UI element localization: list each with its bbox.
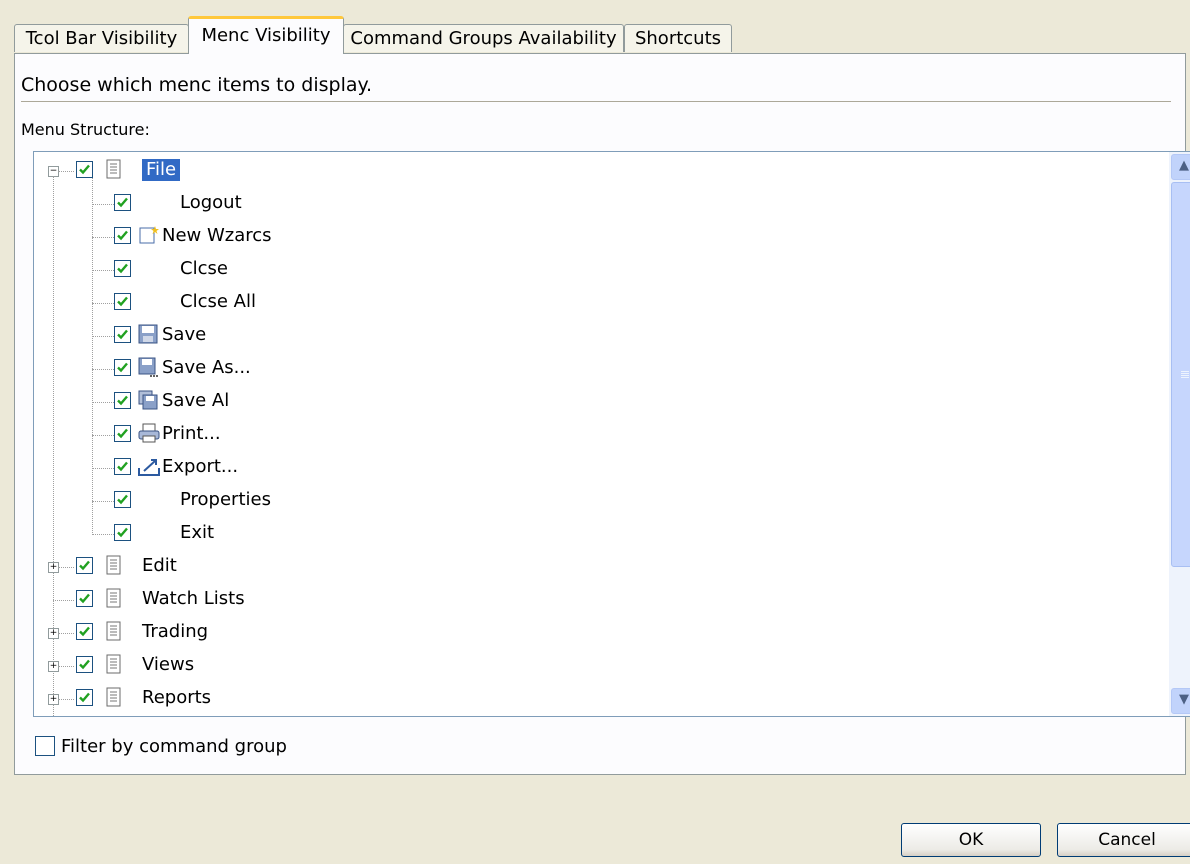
- menu-item-checkbox[interactable]: [114, 359, 131, 376]
- tree-label: Exit: [180, 522, 215, 543]
- tree-node-child[interactable]: Save Al: [34, 387, 1134, 417]
- page-icon: [106, 687, 126, 707]
- ok-button[interactable]: OK: [901, 823, 1041, 857]
- tree-label: Clcse: [180, 258, 228, 279]
- tree-label: Save As...: [162, 357, 251, 378]
- tree-node-child[interactable]: Logout: [34, 189, 1134, 219]
- tree-node-sibling[interactable]: Trading: [34, 618, 1134, 648]
- menu-item-checkbox[interactable]: [114, 194, 131, 211]
- tree-node-child[interactable]: New Wzarcs: [34, 222, 1134, 252]
- menu-item-checkbox[interactable]: [76, 557, 93, 574]
- menu-item-checkbox[interactable]: [114, 458, 131, 475]
- tree-label: Reports: [142, 687, 212, 708]
- tree-label: Export...: [162, 456, 239, 477]
- tree-node-child[interactable]: Exit: [34, 519, 1134, 549]
- page-icon: [106, 621, 126, 641]
- tree-node-sibling[interactable]: Reports: [34, 684, 1134, 714]
- menu-item-checkbox[interactable]: [76, 689, 93, 706]
- filter-checkbox[interactable]: [35, 736, 55, 756]
- export-icon: [138, 456, 160, 476]
- tree-label: File: [142, 159, 181, 181]
- separator: [21, 101, 1171, 102]
- tree-node-sibling[interactable]: Views: [34, 651, 1134, 681]
- tree-node-child[interactable]: Save: [34, 321, 1134, 351]
- panel-description: Choose which menc items to display.: [21, 74, 373, 96]
- tab-toolbar-visibility[interactable]: Tcol Bar Visibility: [14, 24, 189, 52]
- menu-item-checkbox[interactable]: [114, 524, 131, 541]
- menu-visibility-panel: Choose which menc items to display. Menu…: [14, 53, 1190, 775]
- tree-label: Logout: [180, 192, 242, 213]
- tree-label: Edit: [142, 555, 177, 576]
- menu-structure-tree[interactable]: − File Logout New Wzarcs Clcse Clcse All Save S…: [33, 151, 1190, 717]
- menu-item-checkbox[interactable]: [114, 326, 131, 343]
- filter-label: Filter by command group: [61, 736, 287, 757]
- tree-label: New Wzarcs: [162, 225, 272, 246]
- tab-shortcuts[interactable]: Shortcuts: [624, 24, 732, 52]
- print-icon: [138, 423, 160, 443]
- tree-label: Save: [162, 324, 207, 345]
- tree-label: Watch Lists: [142, 588, 245, 609]
- menu-item-checkbox[interactable]: [76, 590, 93, 607]
- tree-label: Print...: [162, 423, 221, 444]
- tree-label: Views: [142, 654, 195, 675]
- tree-node-sibling[interactable]: Edit: [34, 552, 1134, 582]
- menu-item-checkbox[interactable]: [114, 260, 131, 277]
- menu-item-checkbox[interactable]: [114, 392, 131, 409]
- page-icon: [106, 588, 126, 608]
- save-all-icon: [138, 390, 158, 410]
- tree-node-child[interactable]: Clcse All: [34, 288, 1134, 318]
- menu-item-checkbox[interactable]: [76, 656, 93, 673]
- menu-item-checkbox[interactable]: [114, 293, 131, 310]
- tree-label: Properties: [180, 489, 271, 510]
- menu-item-checkbox[interactable]: [114, 227, 131, 244]
- menu-item-checkbox[interactable]: [76, 623, 93, 640]
- save-icon: [138, 324, 158, 344]
- tree-node-sibling[interactable]: Watch Lists: [34, 585, 1134, 615]
- scroll-down-button[interactable]: ▼: [1171, 688, 1190, 714]
- menu-structure-label: Menu Structure:: [21, 120, 150, 139]
- tab-menu-visibility[interactable]: Menc Visibility: [188, 16, 344, 54]
- tree-label: Trading: [142, 621, 209, 642]
- scroll-up-button[interactable]: ▲: [1171, 154, 1190, 180]
- tree-label: Clcse All: [180, 291, 256, 312]
- page-icon: [106, 159, 126, 179]
- save-as-icon: [138, 357, 158, 377]
- tree-node-file[interactable]: File: [34, 156, 1134, 186]
- vertical-scrollbar[interactable]: ▲ ▼: [1169, 152, 1190, 716]
- tree-node-child[interactable]: Print...: [34, 420, 1134, 450]
- page-icon: [106, 555, 126, 575]
- tree-node-child[interactable]: Export...: [34, 453, 1134, 483]
- menu-item-checkbox[interactable]: [76, 161, 93, 178]
- cancel-button[interactable]: Cancel: [1057, 823, 1190, 857]
- tree-node-child[interactable]: Clcse: [34, 255, 1134, 285]
- tab-command-groups-availability[interactable]: Command Groups Availability: [343, 24, 624, 52]
- grip-icon: [1181, 371, 1189, 379]
- tree-node-child[interactable]: Save As...: [34, 354, 1134, 384]
- menu-item-checkbox[interactable]: [114, 491, 131, 508]
- new-wizard-icon: [138, 225, 159, 245]
- tree-node-child[interactable]: Properties: [34, 486, 1134, 516]
- tree-label: Save Al: [162, 390, 230, 411]
- page-icon: [106, 654, 126, 674]
- menu-item-checkbox[interactable]: [114, 425, 131, 442]
- scroll-thumb[interactable]: [1171, 182, 1190, 567]
